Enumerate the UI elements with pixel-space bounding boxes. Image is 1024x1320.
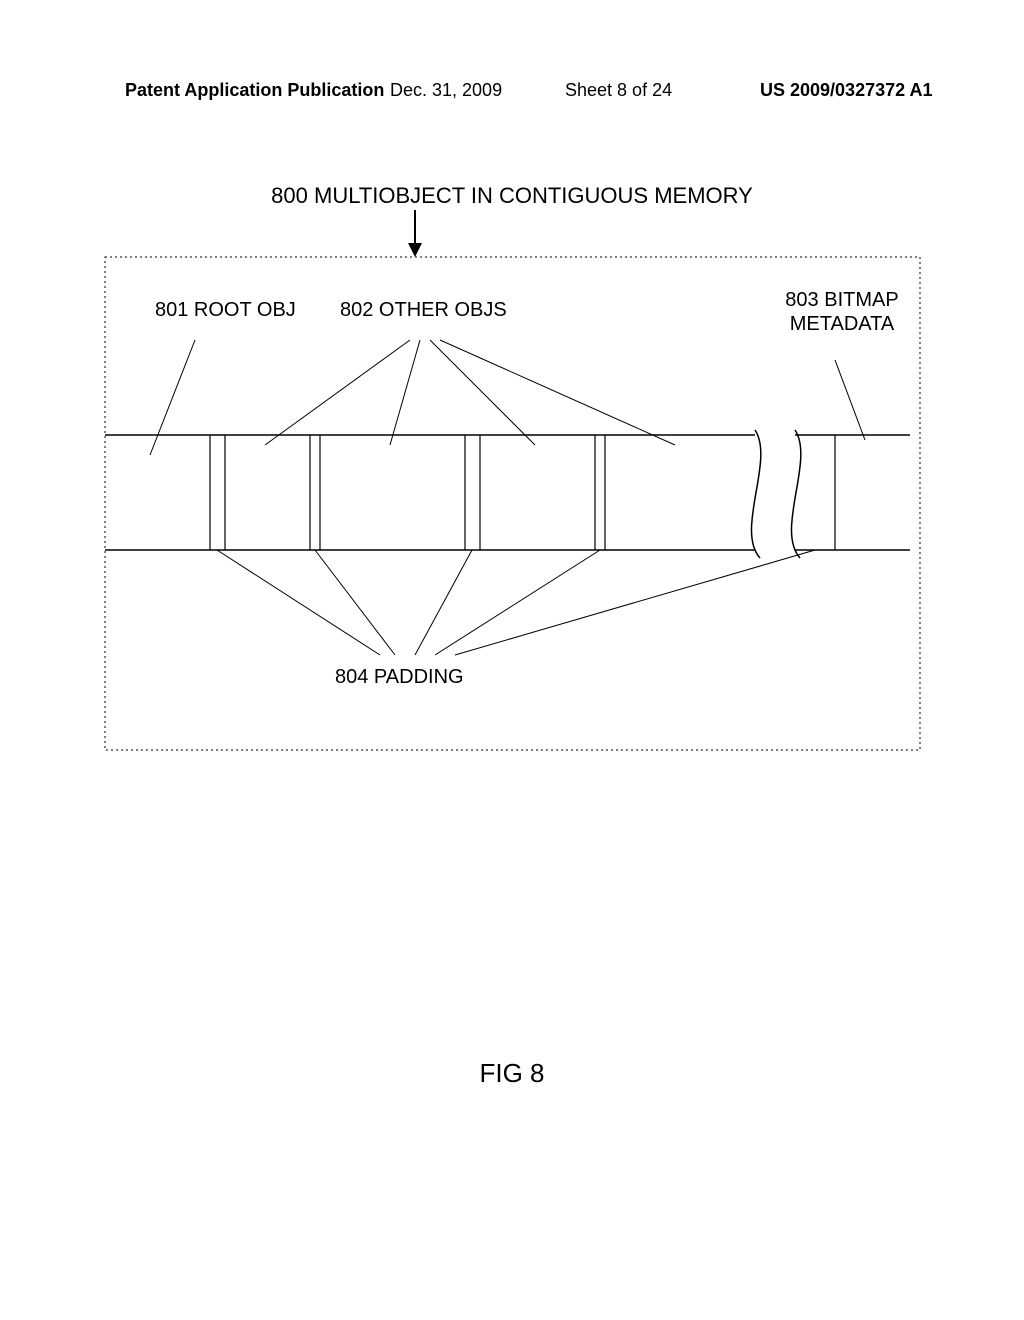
header-pubnum: US 2009/0327372 A1 xyxy=(760,80,932,101)
label-other-objs: 802 OTHER OBJS xyxy=(340,298,507,322)
header-publication: Patent Application Publication xyxy=(125,80,384,101)
figure-diagram: 801 ROOT OBJ 802 OTHER OBJS 803 BITMAP M… xyxy=(95,210,930,760)
label-bitmap-line1: 803 BITMAP xyxy=(785,289,898,311)
figure-title: 800 MULTIOBJECT IN CONTIGUOUS MEMORY xyxy=(0,183,1024,209)
label-root-obj: 801 ROOT OBJ xyxy=(155,298,296,322)
figure-caption: FIG 8 xyxy=(0,1058,1024,1089)
header-date: Dec. 31, 2009 xyxy=(390,80,502,101)
label-padding: 804 PADDING xyxy=(335,665,464,689)
header-sheet: Sheet 8 of 24 xyxy=(565,80,672,101)
label-bitmap-metadata: 803 BITMAP METADATA xyxy=(767,288,917,336)
label-bitmap-line2: METADATA xyxy=(790,313,894,335)
